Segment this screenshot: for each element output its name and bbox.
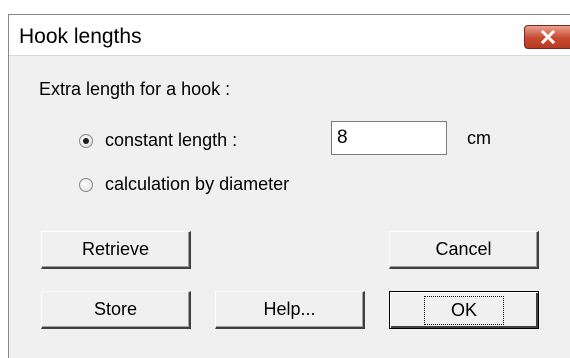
help-button[interactable]: Help... (215, 291, 365, 329)
extra-length-label: Extra length for a hook : (39, 79, 231, 99)
radio-button-selected[interactable] (79, 133, 93, 148)
store-button[interactable]: Store (41, 291, 191, 329)
radio-calculation-by-diameter[interactable]: calculation by diameter (79, 174, 289, 195)
retrieve-button[interactable]: Retrieve (41, 231, 191, 269)
cancel-button[interactable]: Cancel (389, 231, 539, 269)
title-bar[interactable]: Hook lengths (9, 15, 570, 56)
unit-label: cm (467, 128, 491, 148)
radio-constant-length[interactable]: constant length : (79, 130, 237, 151)
radio-dot-icon (83, 137, 89, 144)
ok-button[interactable]: OK (389, 291, 539, 329)
dialog-window: Hook lengths Extra length for a hook : c… (8, 14, 570, 358)
radio-diameter-label: calculation by diameter (105, 174, 290, 194)
constant-length-input[interactable] (331, 121, 447, 155)
dialog-client-area: Extra length for a hook : constant lengt… (9, 56, 570, 358)
close-x-icon (540, 30, 555, 44)
radio-button-unselected[interactable] (79, 177, 93, 192)
close-button[interactable] (524, 25, 570, 49)
dialog-title: Hook lengths (19, 25, 142, 48)
ok-button-label: OK (423, 295, 504, 325)
radio-constant-label: constant length : (105, 130, 238, 150)
